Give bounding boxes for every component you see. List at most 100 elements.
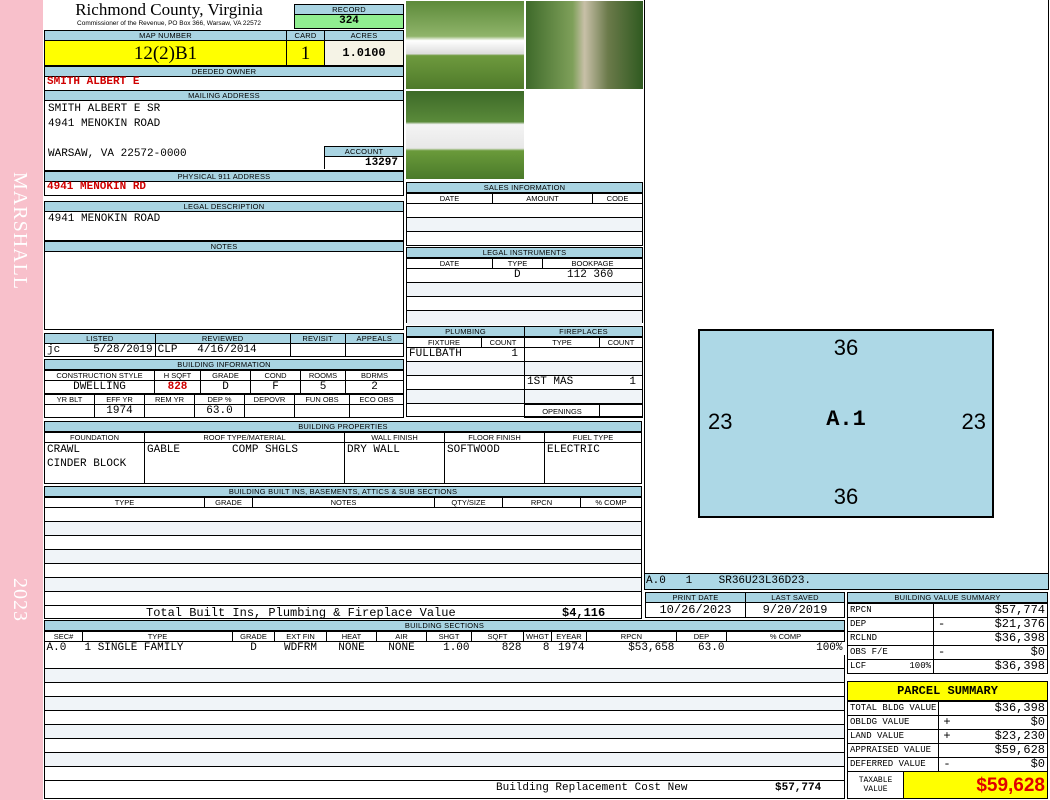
- wall-finish: DRY WALL: [344, 442, 445, 484]
- property-photo-1[interactable]: [405, 0, 525, 90]
- summary-value: $0: [1030, 757, 1045, 771]
- sales-title: SALES INFORMATION: [407, 183, 642, 193]
- revisit-value: [289, 343, 346, 357]
- col-header: TYPE: [44, 497, 205, 508]
- sketch-dim-bottom: 36: [833, 484, 859, 509]
- col-header: % COMP: [580, 497, 642, 508]
- summary-row: APPRAISED VALUE $59,628: [846, 743, 1048, 758]
- reviewed-value: CLP 4/16/2014: [154, 343, 291, 357]
- district-label: MARSHALL: [9, 172, 31, 291]
- sketch-panel: 36 36 23 23 A.1 A.0 1 SR36U23L36D23.: [644, 0, 1049, 590]
- year-label: 2023: [9, 578, 31, 622]
- acres-value: 1.0100: [324, 40, 404, 66]
- replacement-row: Building Replacement Cost New $57,774: [45, 781, 844, 795]
- county-title: Richmond County, Virginia: [75, 0, 263, 19]
- legal-instruments: LEGAL INSTRUMENTS DATE TYPE BOOKPAGE D 112 …: [406, 247, 643, 325]
- section-cell: NONE: [326, 641, 377, 655]
- last-saved: 9/20/2019: [745, 602, 845, 618]
- sections-title: BUILDING SECTIONS: [45, 621, 844, 631]
- fireplaces: FIREPLACES TYPE COUNT 1ST MAS 1 OPENINGS: [524, 326, 643, 418]
- section-cell: WDFRM: [274, 641, 327, 655]
- roof-material: COMP SHGLS: [232, 444, 299, 456]
- col-header: AMOUNT: [492, 193, 593, 204]
- print-date: 10/26/2023: [645, 602, 746, 618]
- acres-label: ACRES: [324, 30, 404, 41]
- col-header: WHGT: [523, 631, 552, 642]
- summary-row: OBS F/E - $0: [846, 645, 1048, 660]
- summary-label: OBLDG VALUE: [846, 715, 940, 730]
- appeals-header: APPEALS: [344, 333, 405, 344]
- bedrooms: 2: [345, 380, 404, 394]
- col-header: TYPE: [82, 631, 233, 642]
- summary-sign: -: [938, 645, 946, 659]
- parcel-summary: PARCEL SUMMARY TOTAL BLDG VALUE $36,398 OB…: [846, 681, 1048, 799]
- col-header: CODE: [592, 193, 643, 204]
- condition: F: [250, 380, 301, 394]
- instrument-type: D: [514, 269, 521, 281]
- col-header: % COMP: [725, 631, 846, 642]
- col-header: H SQFT: [154, 370, 201, 381]
- summary-sign: +: [943, 729, 951, 743]
- col-header: ROOMS: [300, 370, 346, 381]
- deeded-owner: SMITH ALBERT E: [44, 76, 404, 91]
- property-photo-3[interactable]: [405, 90, 525, 180]
- sections-table: SEC# TYPE GRADE EXT FIN HEAT AIR SHGT SQFT WHGT E…: [44, 631, 846, 655]
- mailing-line2: 4941 MENOKIN ROAD: [48, 118, 161, 130]
- summary-label: LCF 100%: [846, 659, 935, 674]
- summary-row: OBLDG VALUE + $0: [846, 715, 1048, 730]
- value-summary-title: BUILDING VALUE SUMMARY: [847, 592, 1048, 603]
- parcel-id: MAP NUMBER CARD ACRES 12(2)B1 1 1.0100: [44, 30, 404, 66]
- col-header: ECO OBS: [349, 394, 404, 405]
- summary-label: APPRAISED VALUE: [846, 743, 940, 758]
- sketch-dim-top: 36: [833, 335, 859, 360]
- foundation-1: CRAWL: [47, 444, 81, 456]
- remodel-year: [144, 404, 195, 418]
- fuel-type: ELECTRIC: [544, 442, 642, 484]
- year-built: [44, 404, 95, 418]
- col-header: GRADE: [200, 370, 251, 381]
- col-header: BDRMS: [345, 370, 404, 381]
- instrument-bookpage: 112 360: [567, 269, 614, 281]
- roof-type: GABLE: [147, 444, 181, 456]
- card-number: 1: [286, 40, 325, 66]
- builtins-total-label: Total Built Ins, Plumbing & Fireplace Va…: [146, 606, 456, 620]
- instrument-rows: D 112 360: [407, 269, 642, 325]
- col-header: COND: [250, 370, 301, 381]
- col-header: REM YR: [144, 394, 195, 405]
- summary-sign: +: [943, 715, 951, 729]
- builtins-total: $4,116: [562, 606, 606, 620]
- dates-box: PRINT DATE LAST SAVED 10/26/2023 9/20/2019: [645, 592, 845, 618]
- physical-address: 4941 MENOKIN RD: [44, 181, 404, 196]
- summary-sign: -: [943, 757, 951, 771]
- property-photo-2[interactable]: [525, 0, 644, 90]
- plumbing-title: PLUMBING: [407, 327, 524, 337]
- grade: D: [200, 380, 251, 394]
- col-header: YR BLT: [44, 394, 95, 405]
- replacement-label: Building Replacement Cost New: [496, 781, 688, 794]
- functional-obs: [294, 404, 350, 418]
- sketch-building-outline[interactable]: 36 36 23 23 A.1: [698, 329, 994, 518]
- col-header: HEAT: [326, 631, 377, 642]
- construction-style: DWELLING: [44, 380, 155, 394]
- summary-label: LAND VALUE: [846, 729, 940, 744]
- col-header: EYEAR: [550, 631, 587, 642]
- col-header: NOTES: [252, 497, 435, 508]
- dep-override: [244, 404, 295, 418]
- summary-value: $57,774: [994, 603, 1045, 617]
- fireplace-type: 1ST MAS: [527, 376, 574, 388]
- fireplace-count: 1: [629, 376, 636, 388]
- summary-row: TOTAL BLDG VALUE $36,398: [846, 701, 1048, 716]
- summary-row: DEP - $21,376: [846, 617, 1048, 632]
- floor-finish: SOFTWOOD: [444, 442, 545, 484]
- listing-table: LISTED REVIEWED REVISIT APPEALS jc 5/28/201…: [44, 333, 405, 357]
- header: Richmond County, Virginia Commissioner o…: [44, 0, 294, 30]
- foundation: CRAWL CINDER BLOCK: [44, 442, 145, 484]
- col-header: SEC#: [44, 631, 83, 642]
- building-value-summary: BUILDING VALUE SUMMARY RPCN $57,774 DEP - $2…: [846, 592, 1048, 674]
- building-info-title: BUILDING INFORMATION: [44, 359, 404, 370]
- appeals-value: [344, 343, 405, 357]
- effective-year: 1974: [94, 404, 145, 418]
- fireplace-rows: 1ST MAS 1: [525, 348, 642, 404]
- summary-value: $23,230: [994, 729, 1045, 743]
- account-label: ACCOUNT: [324, 146, 404, 157]
